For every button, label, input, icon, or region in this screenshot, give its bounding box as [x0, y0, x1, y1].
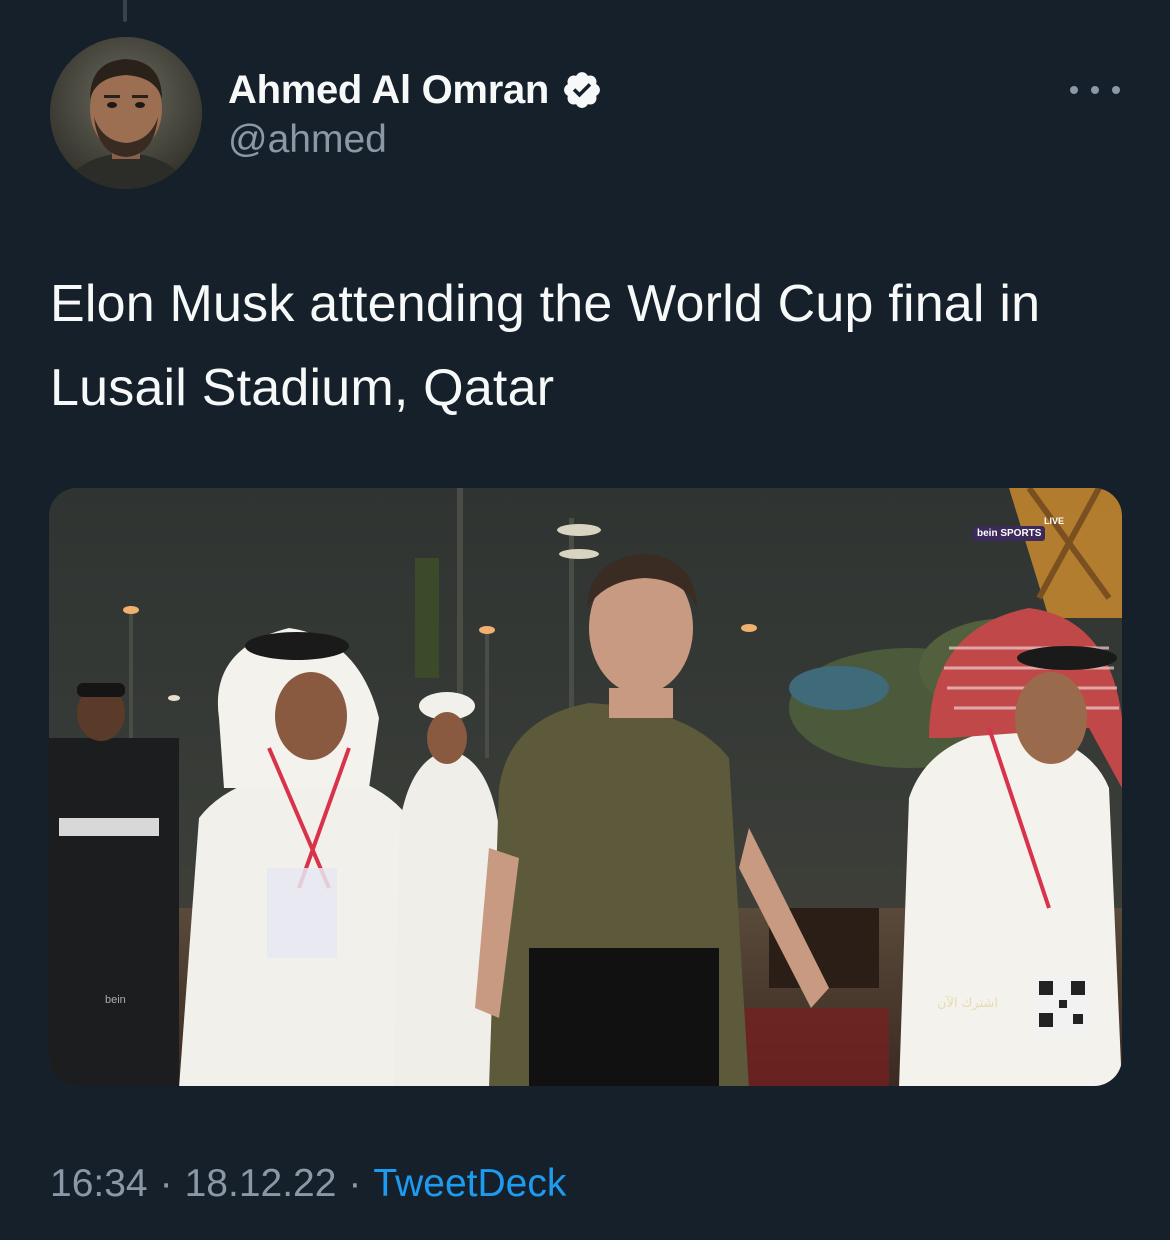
- tweet-meta: 16:34 · 18.12.22 · TweetDeck: [50, 1162, 566, 1206]
- more-dot: [1070, 86, 1078, 94]
- verified-badge-icon: [564, 72, 600, 108]
- tweet-text: Elon Musk attending the World Cup final …: [50, 275, 1041, 417]
- broadcaster-logo: bein SPORTS: [973, 526, 1046, 541]
- author-name-row[interactable]: Ahmed Al Omran: [228, 64, 603, 116]
- watermark-logo: bein: [105, 994, 126, 1006]
- thread-connector-line: [123, 0, 127, 22]
- author-handle[interactable]: @ahmed: [228, 118, 387, 162]
- live-badge: LIVE: [1044, 516, 1065, 526]
- avatar-image: [50, 37, 202, 189]
- broadcaster-logo-text: bein SPORTS: [977, 528, 1042, 539]
- more-dot: [1112, 86, 1120, 94]
- tweet-media-photo[interactable]: bein SPORTS LIVE bein اشترك الآن: [49, 488, 1122, 1086]
- meta-separator: ·: [348, 1162, 362, 1205]
- author-avatar[interactable]: [50, 37, 202, 189]
- tweet-source-link[interactable]: TweetDeck: [373, 1162, 566, 1205]
- author-name[interactable]: Ahmed Al Omran: [228, 68, 549, 113]
- tweet-date[interactable]: 18.12.22: [185, 1162, 337, 1205]
- more-dot: [1091, 86, 1099, 94]
- more-options-icon[interactable]: [1070, 78, 1120, 102]
- meta-separator: ·: [159, 1162, 173, 1205]
- tweet-time[interactable]: 16:34: [50, 1162, 148, 1205]
- subscribe-caption: اشترك الآن: [937, 996, 999, 1011]
